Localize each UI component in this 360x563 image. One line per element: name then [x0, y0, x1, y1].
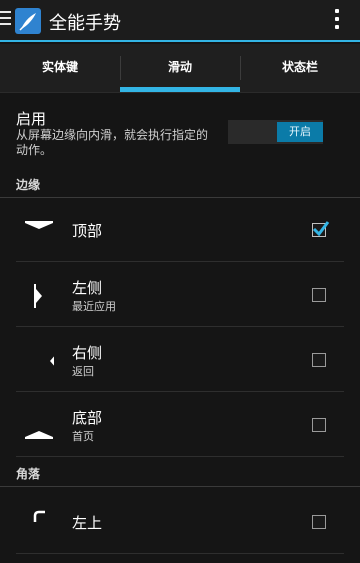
tab-physical-keys[interactable]: 实体键 [0, 44, 120, 92]
enable-switch[interactable]: 开启 [228, 120, 323, 144]
checkbox-left[interactable] [312, 288, 326, 302]
action-bar: 全能手势 [0, 0, 360, 42]
item-title: 左侧 [72, 279, 103, 297]
top-left-corner-icon [33, 510, 45, 522]
list-item-bottom[interactable]: 底部 首页 [16, 393, 344, 457]
item-subtitle: 返回 [72, 365, 94, 378]
checkmark-icon [312, 221, 330, 237]
checkbox-top[interactable] [312, 221, 330, 237]
tab-bar: 实体键 滑动 状态栏 [0, 44, 360, 93]
tab-status-bar[interactable]: 状态栏 [240, 44, 360, 92]
app-logo-icon[interactable] [15, 8, 41, 34]
tab-swipe[interactable]: 滑动 [120, 44, 240, 92]
list-item-top[interactable]: 顶部 [16, 198, 344, 262]
item-title: 顶部 [72, 222, 103, 240]
item-title: 底部 [72, 409, 103, 427]
right-edge-icon [50, 356, 54, 366]
list-item-top-left[interactable]: 左上 [16, 490, 344, 554]
item-subtitle: 首页 [72, 430, 94, 443]
enable-title: 启用 [16, 110, 47, 128]
section-title-edge: 边缘 [16, 178, 41, 192]
item-title: 左上 [72, 514, 103, 532]
bottom-edge-icon [25, 431, 53, 439]
overflow-menu-icon[interactable] [334, 9, 340, 33]
checkbox-right[interactable] [312, 353, 326, 367]
app-title: 全能手势 [49, 13, 121, 34]
list-item-left[interactable]: 左侧 最近应用 [16, 263, 344, 327]
section-header-edge: 边缘 [0, 172, 360, 198]
section-title-corner: 角落 [16, 467, 41, 481]
left-edge-icon [34, 284, 42, 308]
item-title: 右侧 [72, 344, 103, 362]
top-edge-icon [25, 221, 53, 229]
checkbox-bottom[interactable] [312, 418, 326, 432]
enable-description: 从屏幕边缘向内滑，就会执行指定的动作。 [16, 128, 209, 157]
checkbox-top-left[interactable] [312, 515, 326, 529]
drawer-menu-icon[interactable] [0, 11, 12, 27]
item-subtitle: 最近应用 [72, 300, 116, 313]
section-header-corner: 角落 [0, 461, 360, 487]
list-item-right[interactable]: 右侧 返回 [16, 328, 344, 392]
enable-switch-label: 开启 [277, 122, 323, 142]
